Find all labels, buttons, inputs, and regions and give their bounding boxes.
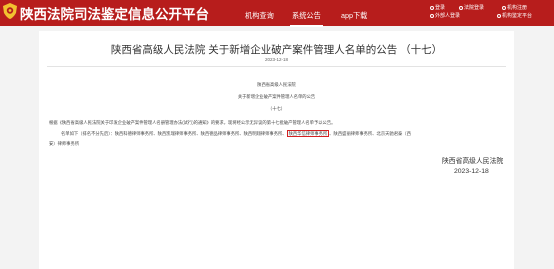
user-icon <box>430 13 434 18</box>
court-emblem-icon <box>3 3 17 19</box>
article-org-line: 陕西省高级人民法院 <box>257 82 296 87</box>
article-number-line: （十七） <box>267 106 286 111</box>
article-subject-line: 关于新增企业破产案件管理人名单的公告 <box>237 94 316 99</box>
signature-date: 2023-12-18 <box>454 168 489 175</box>
article-paragraph-1: 根据《陕西省高级人民法院关于印发企业破产案件管理人名册管理办法(试行)的通知》的… <box>49 120 336 125</box>
court-login-link[interactable]: 法院登录 <box>459 4 484 11</box>
article-title: 陕西省高级人民法院 关于新增企业破产案件管理人名单的公告 （十七） <box>110 44 443 56</box>
outer-platform-link[interactable]: 机构鉴定平台 <box>497 12 532 19</box>
article-paragraph-2-cont: 安）律师事务所 <box>49 141 80 146</box>
article-date: 2023-12-18 <box>264 57 289 62</box>
top-header: 陕西法院司法鉴定信息公开平台 机构查询 系统公告 app下载 登录 法院登录 机… <box>0 0 554 27</box>
nav-org-query[interactable]: 机构查询 <box>245 11 274 21</box>
org-register-link[interactable]: 机构注册 <box>502 4 527 11</box>
title-divider <box>47 66 506 67</box>
nav-app-download[interactable]: app下载 <box>341 11 367 21</box>
user-icon <box>497 13 501 18</box>
nav-announcements[interactable]: 系统公告 <box>290 11 323 27</box>
user-icon <box>430 5 434 10</box>
outer-login-link[interactable]: 外部人登录 <box>430 12 460 19</box>
article-panel: 陕西省高级人民法院 关于新增企业破产案件管理人名单的公告 （十七） 2023-1… <box>39 31 514 269</box>
user-icon <box>459 5 463 10</box>
highlighted-firm: 陕西华信律师事务所 <box>286 130 330 137</box>
site-title: 陕西法院司法鉴定信息公开平台 <box>20 7 209 22</box>
article-paragraph-2: 名单如下（排名不分先后）：陕西科德律师事务所、陕西凯瑞律师事务所、陕西德品律师事… <box>61 130 411 137</box>
user-icon <box>502 5 506 10</box>
login-link[interactable]: 登录 <box>430 4 445 11</box>
signature-court: 陕西省高级人民法院 <box>442 158 504 165</box>
